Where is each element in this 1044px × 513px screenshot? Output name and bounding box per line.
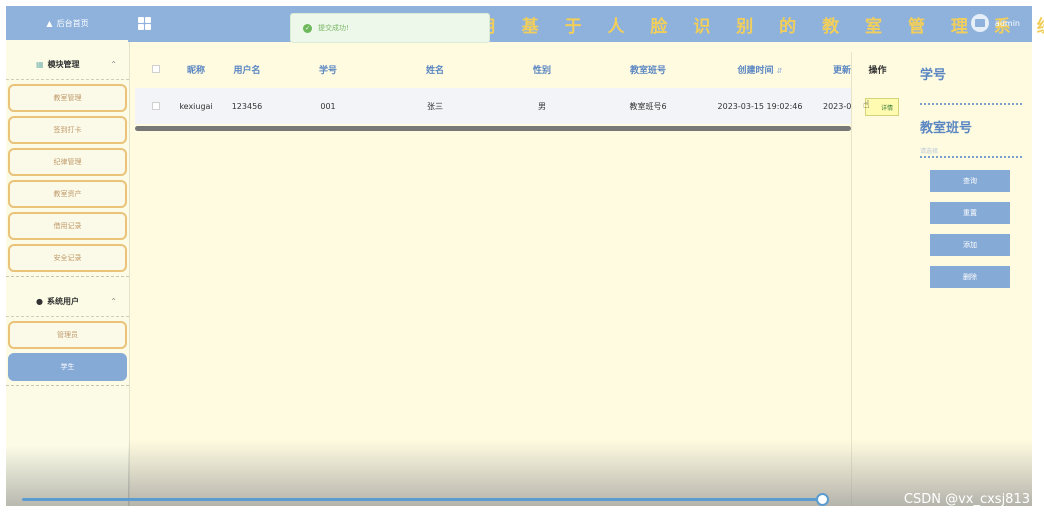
query-button[interactable]: 查询	[930, 170, 1010, 192]
cell-student-no: 001	[320, 101, 336, 111]
sidebar-group-users[interactable]: ● 系统用户 ⌃	[6, 287, 129, 317]
table-row: kexiugai 123456 001 张三 男 教室班号6 2023-03-1…	[135, 88, 851, 124]
sidebar-item-student[interactable]: 学生	[8, 353, 127, 381]
student-no-label: 学号	[920, 68, 947, 83]
search-panel: 学号 教室班号 请选择 查询 重置 添加 删除	[920, 52, 1022, 288]
main-content: 昵称 用户名 学号 姓名 性别 教室班号 创建时间 ⇵ 更新 kexiugai …	[130, 42, 1032, 506]
sidebar-group-modules[interactable]: ▦ 模块管理 ⌃	[6, 50, 129, 80]
avatar-icon	[970, 14, 989, 32]
row-checkbox[interactable]	[152, 102, 160, 110]
user-menu[interactable]: admin	[970, 14, 1020, 32]
student-no-input[interactable]	[920, 91, 1022, 105]
success-toast: ✓ 提交成功!	[290, 13, 490, 43]
chevron-up-icon: ⌃	[110, 60, 117, 69]
col-nickname: 昵称	[186, 65, 205, 76]
col-operation: 操作	[868, 65, 887, 76]
video-progress-bar[interactable]	[22, 498, 822, 501]
select-all-checkbox[interactable]	[152, 65, 160, 73]
watermark: CSDN @vx_cxsj813	[903, 492, 1030, 507]
divider	[6, 385, 129, 386]
home-label: 后台首页	[56, 18, 89, 28]
grid-icon: ▦	[36, 60, 44, 69]
add-button[interactable]: 添加	[930, 234, 1010, 256]
menu-toggle-icon[interactable]	[138, 17, 151, 30]
cell-class-no: 教室班号6	[629, 101, 667, 111]
bottom-shadow	[128, 440, 1032, 506]
delete-button[interactable]: 删除	[930, 266, 1010, 288]
col-username: 用户名	[233, 65, 261, 76]
sort-icon[interactable]: ⇵	[777, 67, 783, 75]
user-icon: ●	[36, 297, 43, 306]
sidebar: ▲ 后台首页 ▦ 模块管理 ⌃ 教室管理 签到打卡 纪律管理 教室资产 借用记录 …	[6, 6, 130, 506]
col-name: 姓名	[425, 65, 444, 76]
divider	[6, 276, 129, 277]
col-class-no: 教室班号	[629, 65, 666, 76]
username: admin	[994, 18, 1020, 28]
chevron-up-icon: ⌃	[110, 297, 117, 306]
cell-updated: 2023-03	[823, 101, 851, 111]
sidebar-item-safety[interactable]: 安全记录	[8, 244, 127, 272]
class-no-select[interactable]: 请选择	[920, 144, 1022, 158]
col-created-label: 创建时间	[737, 65, 774, 76]
student-table: 昵称 用户名 学号 姓名 性别 教室班号 创建时间 ⇵ 更新 kexiugai …	[135, 52, 851, 132]
operation-column: 操作 详情 ☝	[851, 52, 903, 506]
hand-cursor-icon: ☝	[863, 98, 870, 111]
sidebar-shadow	[6, 446, 129, 506]
sidebar-item-checkin[interactable]: 签到打卡	[8, 116, 127, 144]
progress-knob[interactable]	[816, 493, 829, 506]
col-student-no: 学号	[318, 65, 337, 76]
reset-button[interactable]: 重置	[930, 202, 1010, 224]
sidebar-item-borrow[interactable]: 借用记录	[8, 212, 127, 240]
sidebar-item-classroom[interactable]: 教室管理	[8, 84, 127, 112]
col-updated: 更新	[833, 65, 852, 76]
cell-name: 张三	[427, 101, 443, 111]
sidebar-home-link[interactable]: ▲ 后台首页	[6, 6, 129, 40]
cell-username: 123456	[231, 101, 263, 111]
detail-button[interactable]: 详情	[865, 98, 899, 116]
cell-gender: 男	[538, 101, 546, 111]
col-created[interactable]: 创建时间 ⇵	[725, 63, 795, 76]
class-no-label: 教室班号	[920, 121, 973, 136]
group-label: 系统用户	[46, 297, 79, 306]
cell-nickname: kexiugai	[179, 101, 213, 111]
cell-created: 2023-03-15 19:02:46	[717, 101, 803, 111]
check-icon: ✓	[303, 23, 312, 33]
col-gender: 性别	[532, 65, 551, 76]
sidebar-item-discipline[interactable]: 纪律管理	[8, 148, 127, 176]
table-horizontal-scrollbar[interactable]	[135, 126, 851, 131]
table-header: 昵称 用户名 学号 姓名 性别 教室班号 创建时间 ⇵ 更新	[135, 52, 851, 86]
sidebar-item-admin[interactable]: 管理员	[8, 321, 127, 349]
group-label: 模块管理	[47, 60, 80, 69]
sidebar-item-assets[interactable]: 教室资产	[8, 180, 127, 208]
home-icon: ▲	[46, 18, 53, 28]
toast-message: 提交成功!	[318, 24, 349, 32]
top-header: 欢 迎 使 用 基 于 人 脸 识 别 的 教 室 管 理 系 统 admin	[128, 6, 1044, 42]
